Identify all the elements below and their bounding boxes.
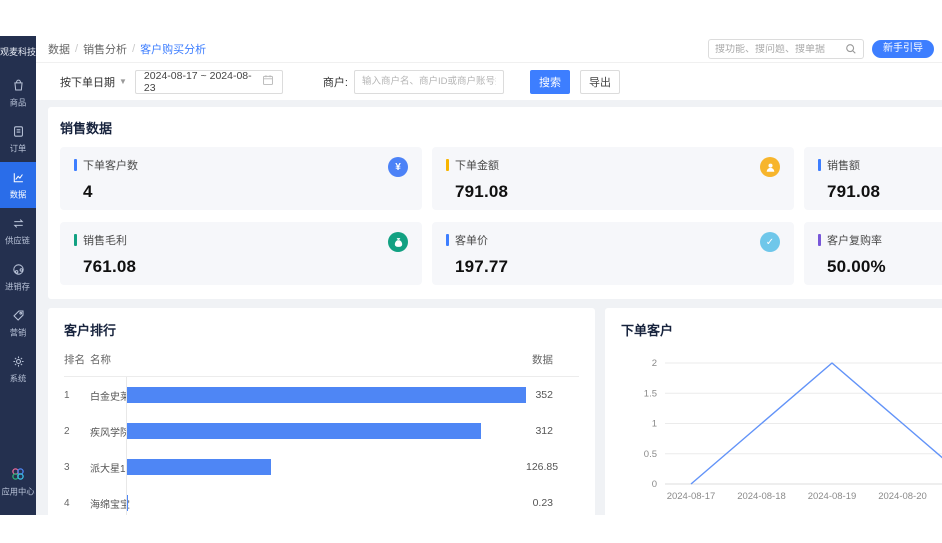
breadcrumb-customer-purchase-analysis: 客户购买分析 <box>140 41 206 57</box>
merchant-search-input[interactable] <box>354 70 504 94</box>
svg-text:1.5: 1.5 <box>644 388 657 399</box>
system-gear-icon <box>11 354 26 369</box>
sidebar-item-supply-chain[interactable]: 供应链 <box>0 208 36 254</box>
export-button[interactable]: 导出 <box>580 70 620 94</box>
svg-text:0.5: 0.5 <box>644 449 657 460</box>
accent-bar <box>446 159 449 171</box>
stat-card-order-customers: 下单客户数 ¥ 4 <box>60 147 422 210</box>
breadcrumb: 数据 / 销售分析 / 客户购买分析 <box>48 41 206 57</box>
svg-text:1: 1 <box>652 419 657 430</box>
stat-value: 197.77 <box>455 257 780 277</box>
content-area: 销售数据 下单客户数 ¥ 4 下单金额 791.08 <box>36 100 942 515</box>
app-center-icon <box>10 466 26 482</box>
accent-bar <box>818 159 821 171</box>
sales-data-title: 销售数据 <box>60 118 942 137</box>
sidebar-item-orders[interactable]: 订单 <box>0 116 36 162</box>
app-logo: 观麦科技 <box>0 36 37 70</box>
date-type-dropdown[interactable]: 按下单日期 ▼ <box>60 74 127 90</box>
svg-text:2024-08-20: 2024-08-20 <box>878 491 927 502</box>
data-chart-icon <box>11 170 26 185</box>
accent-bar <box>74 234 77 246</box>
search-icon[interactable] <box>845 43 857 55</box>
goods-bag-icon <box>11 78 26 93</box>
sidebar-item-goods[interactable]: 商品 <box>0 70 36 116</box>
merchant-label: 商户: <box>323 74 348 90</box>
search-button[interactable]: 搜索 <box>530 70 570 94</box>
sidebar-item-inventory[interactable]: 进销存 <box>0 254 36 300</box>
svg-text:2024-08-19: 2024-08-19 <box>808 491 857 502</box>
supply-chain-icon <box>11 216 26 231</box>
sidebar-item-system[interactable]: 系统 <box>0 346 36 392</box>
breadcrumb-separator: / <box>132 43 135 55</box>
order-customers-line-chart: 0 0.5 1 1.5 2 2024-08-17 2024-08-18 2024-08-19 2… <box>621 343 942 515</box>
sidebar: 观麦科技 商品 订单 数据 供应链 <box>0 36 36 515</box>
stat-value: 761.08 <box>83 257 408 277</box>
table-row: 1 白金史莱克 352 <box>64 377 579 413</box>
svg-text:2024-08-18: 2024-08-18 <box>737 491 786 502</box>
check-icon: ✓ <box>760 232 780 252</box>
svg-text:2: 2 <box>652 358 657 369</box>
table-row: 3 派大星123 126.85 <box>64 449 579 485</box>
stat-card-gross-profit: 销售毛利 761.08 <box>60 222 422 285</box>
stat-card-order-amount: 下单金额 791.08 <box>432 147 794 210</box>
chevron-down-icon: ▼ <box>119 77 127 86</box>
user-icon <box>760 157 780 177</box>
sidebar-item-app-center[interactable]: 应用中心 <box>0 458 36 505</box>
sidebar-item-marketing[interactable]: 营销 <box>0 300 36 346</box>
accent-bar <box>74 159 77 171</box>
breadcrumb-sales-analysis[interactable]: 销售分析 <box>83 41 127 57</box>
svg-text:2024-08-17: 2024-08-17 <box>667 491 716 502</box>
order-customers-title: 下单客户 <box>621 320 942 339</box>
stat-value: 791.08 <box>827 182 942 202</box>
ranking-bar <box>127 459 271 475</box>
breadcrumb-data[interactable]: 数据 <box>48 41 70 57</box>
stat-value: 50.00% <box>827 257 942 277</box>
stat-card-sales-amount: 销售额 791.08 <box>804 147 942 210</box>
customer-ranking-title: 客户排行 <box>64 320 579 339</box>
stat-value: 4 <box>83 182 408 202</box>
global-search-box[interactable] <box>708 39 864 59</box>
ranking-bar <box>127 387 526 403</box>
stat-value: 791.08 <box>455 182 780 202</box>
stat-cards: 下单客户数 ¥ 4 下单金额 791.08 销售额 791.08 <box>60 147 942 285</box>
customer-ranking-panel: 客户排行 排名 名称 数据 1 白金史莱克 352 2 <box>48 308 595 515</box>
sales-data-panel: 销售数据 下单客户数 ¥ 4 下单金额 791.08 <box>48 107 942 299</box>
global-search-input[interactable] <box>715 44 845 55</box>
order-doc-icon <box>11 124 26 139</box>
sidebar-item-data[interactable]: 数据 <box>0 162 36 208</box>
accent-bar <box>446 234 449 246</box>
ranking-table-header: 排名 名称 数据 <box>64 352 579 377</box>
order-customers-panel: 下单客户 0 0.5 1 1.5 2 2024-08-17 2024-08-18 2024-0… <box>605 308 942 515</box>
accent-bar <box>818 234 821 246</box>
date-range-picker[interactable]: 2024-08-17 ~ 2024-08-23 <box>135 70 283 94</box>
table-row: 2 疾风学院 312 <box>64 413 579 449</box>
marketing-tag-icon <box>11 308 26 323</box>
svg-text:0: 0 <box>652 479 657 490</box>
filter-bar: 按下单日期 ▼ 2024-08-17 ~ 2024-08-23 商户: 搜索 导… <box>36 63 942 100</box>
money-bag-icon <box>388 232 408 252</box>
main-area: 数据 / 销售分析 / 客户购买分析 新手引导 按下单日期 ▼ <box>36 36 942 515</box>
yuan-icon: ¥ <box>388 157 408 177</box>
beginner-guide-button[interactable]: 新手引导 <box>872 40 934 58</box>
table-row: 4 海绵宝宝 0.23 <box>64 485 579 515</box>
app-window: 观麦科技 商品 订单 数据 供应链 <box>0 36 942 515</box>
topbar: 数据 / 销售分析 / 客户购买分析 新手引导 <box>36 36 942 63</box>
stat-card-avg-order-value: 客单价 ✓ 197.77 <box>432 222 794 285</box>
stat-card-repurchase-rate: 客户复购率 50.00% <box>804 222 942 285</box>
inventory-icon <box>11 262 26 277</box>
calendar-icon <box>262 74 274 89</box>
breadcrumb-separator: / <box>75 43 78 55</box>
ranking-bar <box>127 423 481 439</box>
